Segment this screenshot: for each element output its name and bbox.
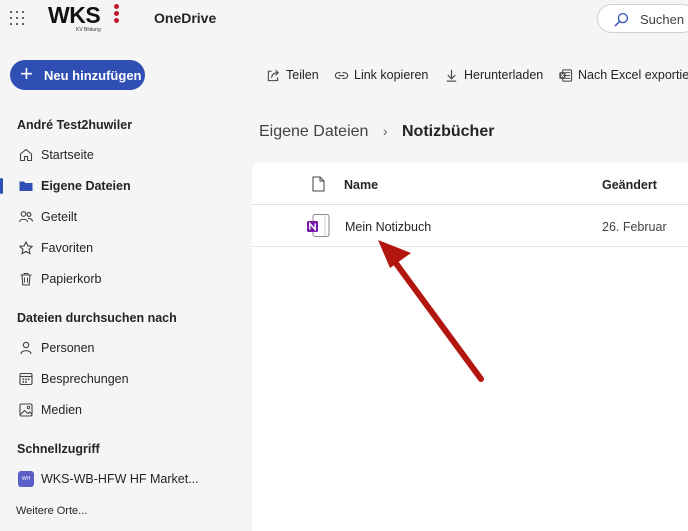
file-type-icon[interactable]	[312, 176, 325, 192]
sidebar-item-medien[interactable]: Medien	[0, 396, 250, 424]
home-icon	[19, 148, 33, 162]
search-box[interactable]: Suchen	[597, 4, 688, 33]
site-badge-icon: WH	[18, 471, 34, 487]
sidebar: + Neu hinzufügen André Test2huwiler Star…	[0, 38, 250, 531]
file-list-header: Name Geändert	[252, 163, 688, 205]
sidebar-item-label: Besprechungen	[41, 372, 129, 386]
user-name: André Test2huwiler	[17, 118, 133, 132]
copy-link-label: Link kopieren	[354, 68, 429, 82]
export-excel-label: Nach Excel exportier	[578, 68, 688, 82]
more-places-link[interactable]: Weitere Orte...	[16, 505, 87, 517]
add-new-button[interactable]: + Neu hinzufügen	[10, 60, 145, 90]
logo-text: WKS	[48, 2, 101, 28]
sidebar-item-label: Medien	[41, 403, 82, 417]
breadcrumb-current: Notizbücher	[402, 123, 495, 140]
sidebar-item-quick-access[interactable]: WH WKS-WB-HFW HF Market...	[0, 465, 250, 493]
app-launcher-icon[interactable]	[10, 11, 24, 25]
calendar-icon	[19, 372, 33, 386]
sidebar-item-eigene-dateien[interactable]: Eigene Dateien	[0, 172, 250, 200]
breadcrumb: Eigene Dateien › Notizbücher	[259, 123, 494, 145]
logo-subtitle: KV Bildung	[76, 27, 101, 33]
sidebar-item-papierkorb[interactable]: Papierkorb	[0, 265, 250, 293]
top-bar: WKS KV Bildung OneDrive Suchen	[0, 0, 688, 38]
share-label: Teilen	[286, 68, 319, 82]
logo-dots-icon	[114, 4, 120, 25]
download-icon	[446, 69, 457, 82]
search-label: Suchen	[640, 12, 685, 27]
people-icon	[18, 211, 34, 223]
file-modified-date: 26. Februar	[602, 220, 667, 234]
breadcrumb-separator: ›	[382, 123, 388, 139]
browse-section-title: Dateien durchsuchen nach	[17, 311, 177, 325]
active-indicator	[0, 178, 3, 194]
brand-logo[interactable]: WKS KV Bildung	[48, 2, 128, 34]
sidebar-item-label: Favoriten	[41, 241, 94, 255]
onenote-icon	[307, 214, 330, 237]
trash-icon	[20, 272, 32, 286]
column-header-modified[interactable]: Geändert	[602, 178, 657, 192]
sidebar-item-label: Eigene Dateien	[41, 179, 131, 193]
plus-icon: +	[20, 61, 33, 86]
sidebar-item-besprechungen[interactable]: Besprechungen	[0, 365, 250, 393]
sidebar-item-label: Geteilt	[41, 210, 78, 224]
sidebar-item-label: WKS-WB-HFW HF Market...	[41, 472, 199, 486]
column-header-name[interactable]: Name	[344, 178, 378, 192]
sidebar-item-favoriten[interactable]: Favoriten	[0, 234, 250, 262]
link-icon	[334, 72, 349, 79]
sidebar-item-geteilt[interactable]: Geteilt	[0, 203, 250, 231]
sidebar-item-personen[interactable]: Personen	[0, 334, 250, 362]
download-label: Herunterladen	[464, 68, 544, 82]
sidebar-item-label: Startseite	[41, 148, 94, 162]
image-icon	[19, 403, 33, 417]
person-icon	[20, 341, 32, 355]
app-name[interactable]: OneDrive	[154, 10, 216, 26]
excel-icon	[559, 69, 573, 82]
table-row[interactable]: Mein Notizbuch 26. Februar	[252, 205, 688, 247]
file-name[interactable]: Mein Notizbuch	[345, 220, 431, 234]
add-new-label: Neu hinzufügen	[44, 68, 142, 83]
share-icon	[267, 69, 279, 82]
sidebar-item-label: Papierkorb	[41, 272, 102, 286]
quick-access-title: Schnellzugriff	[17, 442, 100, 456]
star-icon	[19, 241, 33, 255]
sidebar-item-startseite[interactable]: Startseite	[0, 141, 250, 169]
sidebar-item-label: Personen	[41, 341, 95, 355]
breadcrumb-root[interactable]: Eigene Dateien	[259, 123, 368, 140]
file-list: Name Geändert Mein Notizbuch 26. Februar	[252, 163, 688, 531]
folder-icon	[19, 181, 33, 191]
search-icon	[614, 12, 629, 27]
